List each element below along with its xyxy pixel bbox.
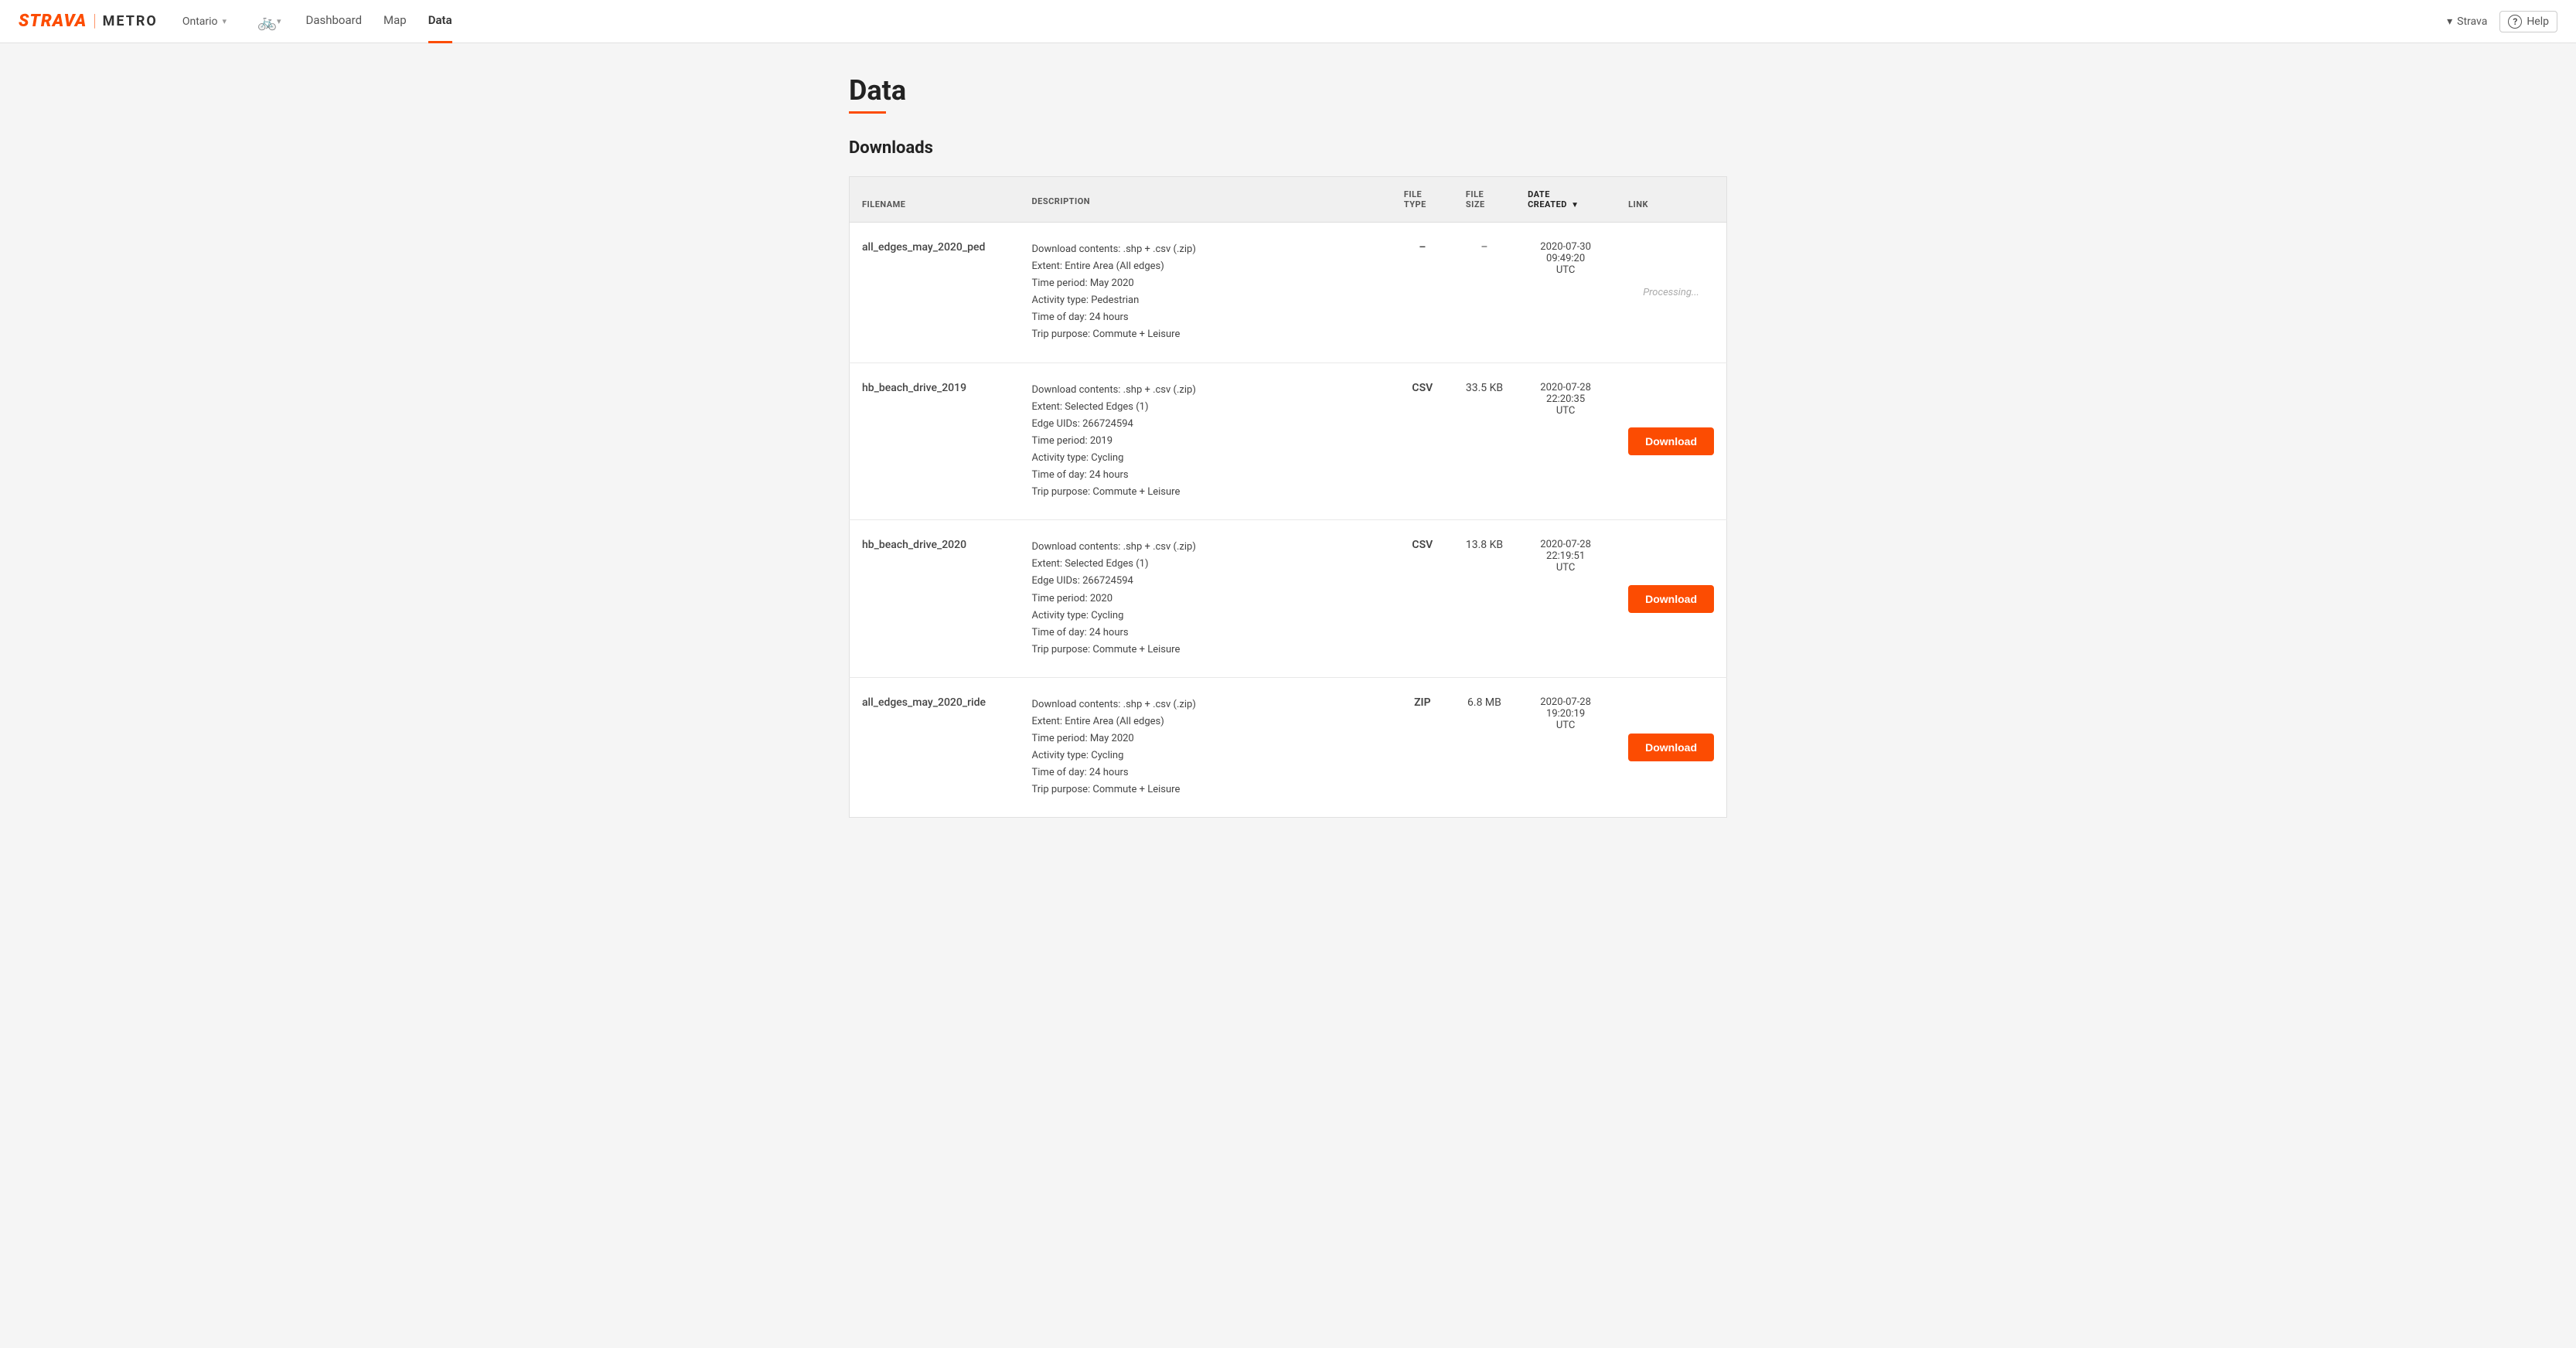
col-header-filetype: FILETYPE [1392,177,1453,223]
brand: STRAVA | METRO [19,12,158,31]
cell-filesize: 13.8 KB [1453,520,1515,678]
cell-description: Download contents: .shp + .csv (.zip) Ex… [1020,223,1392,363]
cell-filetype: CSV [1392,363,1453,520]
table-header-row: FILENAME DESCRIPTION FILETYPE FILESIZE D… [850,177,1727,223]
col-header-description: DESCRIPTION [1020,177,1392,223]
region-selector[interactable]: Ontario ▾ [182,15,227,28]
download-button[interactable]: Download [1628,427,1714,455]
col-header-link: LINK [1616,177,1726,223]
bike-chevron[interactable]: ▾ [277,16,281,26]
cell-datecreated: 2020-07-30 09:49:20 UTC [1515,223,1616,363]
nav-data[interactable]: Data [428,0,452,43]
cell-datecreated: 2020-07-28 22:20:35 UTC [1515,363,1616,520]
section-title: Downloads [849,138,1727,158]
cell-filesize: 6.8 MB [1453,677,1515,818]
nav-links: Dashboard Map Data [306,0,2448,43]
navbar: STRAVA | METRO Ontario ▾ 🚲 ▾ Dashboard M… [0,0,2576,43]
cell-link: Download [1616,677,1726,818]
cell-link: Download [1616,363,1726,520]
brand-divider: | [93,12,96,31]
cell-filetype: ZIP [1392,677,1453,818]
col-header-datecreated[interactable]: DATECREATED ▼ [1515,177,1616,223]
title-underline [849,111,886,114]
download-button[interactable]: Download [1628,585,1714,613]
cell-link: Download [1616,520,1726,678]
account-chevron: ▾ [2447,15,2452,28]
region-chevron: ▾ [223,16,227,26]
table-row: all_edges_may_2020_rideDownload contents… [850,677,1727,818]
bike-icon: 🚲 [257,12,277,31]
brand-strava: STRAVA [19,12,87,31]
account-dropdown[interactable]: ▾ Strava [2447,15,2487,28]
cell-description: Download contents: .shp + .csv (.zip) Ex… [1020,520,1392,678]
col-header-filename: FILENAME [850,177,1020,223]
nav-map[interactable]: Map [383,0,407,43]
help-icon: ? [2508,15,2522,29]
cell-description: Download contents: .shp + .csv (.zip) Ex… [1020,363,1392,520]
help-label: Help [2527,15,2549,28]
col-header-filesize: FILESIZE [1453,177,1515,223]
cell-filename: all_edges_may_2020_ride [850,677,1020,818]
cell-datecreated: 2020-07-28 19:20:19 UTC [1515,677,1616,818]
download-button[interactable]: Download [1628,734,1714,761]
account-label: Strava [2457,15,2487,28]
table-row: hb_beach_drive_2020Download contents: .s… [850,520,1727,678]
nav-dashboard[interactable]: Dashboard [306,0,363,43]
cell-filename: hb_beach_drive_2019 [850,363,1020,520]
cell-filetype: CSV [1392,520,1453,678]
main-content: Data Downloads FILENAME DESCRIPTION FILE… [824,43,1752,849]
table-body: all_edges_may_2020_pedDownload contents:… [850,223,1727,818]
cell-filesize: 33.5 KB [1453,363,1515,520]
sort-arrow-datecreated: ▼ [1571,201,1579,209]
cell-filesize: – [1453,223,1515,363]
cell-datecreated: 2020-07-28 22:19:51 UTC [1515,520,1616,678]
page-title: Data [849,74,1727,107]
region-label: Ontario [182,15,218,28]
brand-metro: METRO [103,13,158,29]
processing-label: Processing... [1643,287,1699,298]
cell-link: Processing... [1616,223,1726,363]
table-row: hb_beach_drive_2019Download contents: .s… [850,363,1727,520]
cell-description: Download contents: .shp + .csv (.zip) Ex… [1020,677,1392,818]
cell-filename: hb_beach_drive_2020 [850,520,1020,678]
help-button[interactable]: ? Help [2499,11,2557,32]
nav-right: ▾ Strava ? Help [2447,11,2557,32]
cell-filetype: – [1392,223,1453,363]
table-row: all_edges_may_2020_pedDownload contents:… [850,223,1727,363]
downloads-table: FILENAME DESCRIPTION FILETYPE FILESIZE D… [849,176,1727,818]
cell-filename: all_edges_may_2020_ped [850,223,1020,363]
